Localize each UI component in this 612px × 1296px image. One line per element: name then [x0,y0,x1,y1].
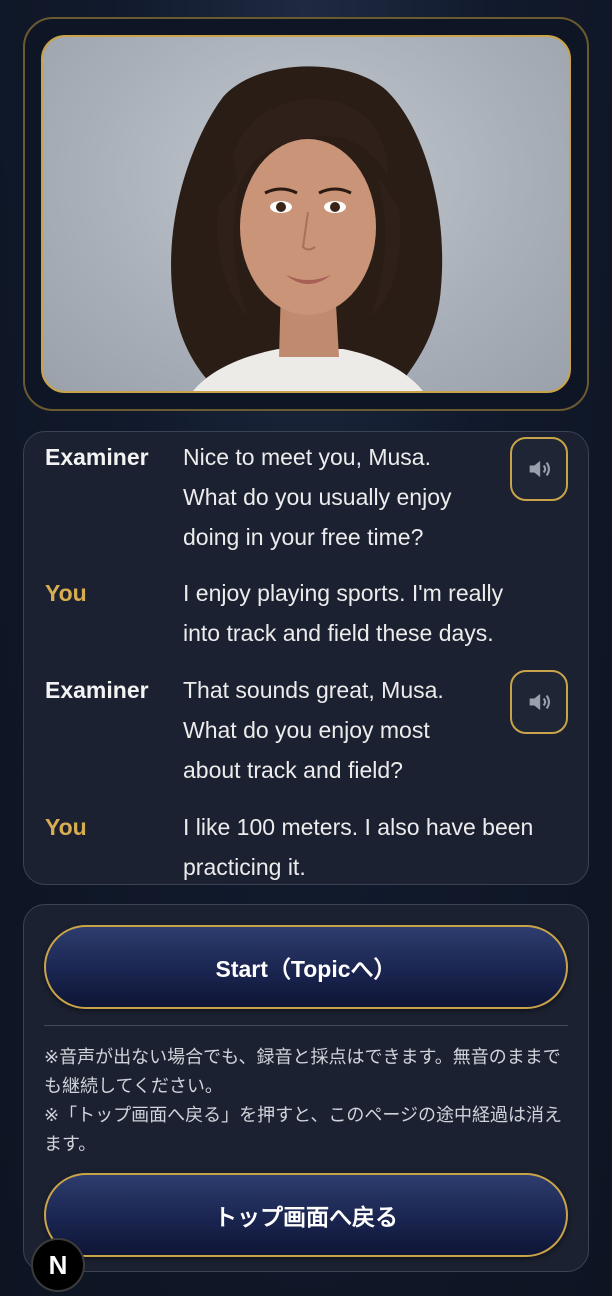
message-text: I enjoy playing sports. I'm really into … [183,580,504,646]
examiner-avatar-frame [23,17,589,411]
speaker-icon [529,693,550,711]
play-audio-button[interactable] [510,437,568,501]
divider [44,1025,568,1026]
message-text: I like 100 meters. I also have been prac… [183,814,534,880]
play-audio-button[interactable] [510,670,568,734]
speaker-label: You [45,814,87,840]
speaker-label: You [45,580,87,606]
dev-tools-badge[interactable]: N [31,1238,85,1292]
speaker-icon [529,460,550,478]
examiner-avatar-image [41,35,571,393]
examiner-portrait [171,66,443,391]
message-text: That sounds great, Musa. What do you enj… [183,677,444,783]
conversation-panel: Examiner Nice to meet you, Musa. What do… [23,431,589,885]
note-text: ※音声が出ない場合でも、録音と採点はできます。無音のままでも継続してください。 [44,1047,561,1096]
back-to-top-button[interactable]: トップ画面へ戻る [44,1173,568,1257]
control-panel: Start（Topicへ） ※音声が出ない場合でも、録音と採点はできます。無音の… [23,904,589,1272]
notes: ※音声が出ない場合でも、録音と採点はできます。無音のままでも継続してください。 … [44,1043,572,1159]
start-topic-button[interactable]: Start（Topicへ） [44,925,568,1009]
note-text: ※「トップ画面へ戻る」を押すと、このページの途中経過は消えます。 [44,1105,562,1154]
speaker-label: Examiner [45,677,149,703]
message-text: Nice to meet you, Musa. What do you usua… [183,444,452,550]
speaker-label: Examiner [45,444,149,470]
